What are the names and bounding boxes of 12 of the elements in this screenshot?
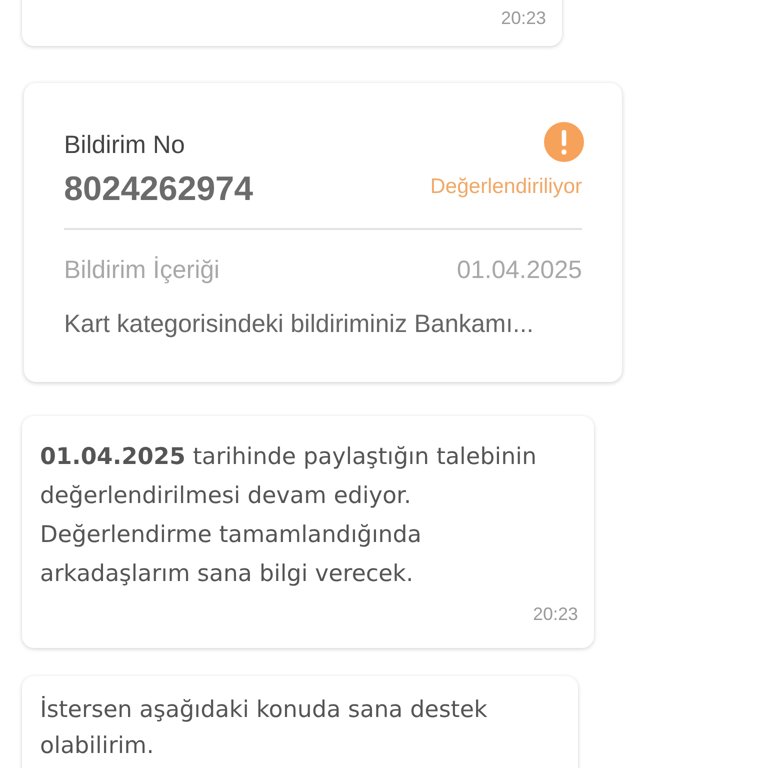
ticket-content: Kart kategorisindeki bildiriminiz Bankamı... [64, 308, 535, 340]
message-text: İstersen aşağıdaki konuda sana destek olabilirim. [40, 695, 488, 761]
ticket-number: 8024262974 [64, 169, 254, 210]
message-text: 01.04.2025 tarihinde paylaştığın talebinin değerlendirilmesi devam ediyor. Değerlendirme tamamlandığında arkadaşlarım sana bilgi verecek. [40, 443, 538, 589]
message-time: 20:23 [532, 603, 578, 626]
message-time: 20:23 [500, 7, 546, 30]
warning-icon [544, 122, 584, 162]
content-label: Bildirim İçeriği [64, 255, 220, 286]
status-text: Değerlendiriliyor [430, 174, 582, 200]
ticket-date: 01.04.2025 [456, 255, 582, 286]
ticket-label: Bildirim No [64, 130, 186, 161]
ticket-card[interactable]: Bildirim No 8024262974 Değerlendiriliyor Bildirim İçeriği 01.04.2025 Kart kategorisindeki bildiriminiz Bankamı... [24, 83, 622, 382]
